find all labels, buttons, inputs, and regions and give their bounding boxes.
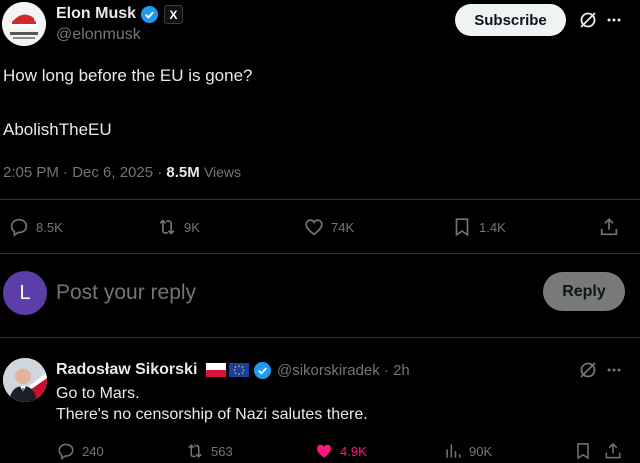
reply-action[interactable]: 8.5K [8,216,63,238]
bookmark-count: 1.4K [479,219,506,235]
reply-text-line-2: There's no censorship of Nazi salutes th… [56,406,368,423]
user-avatar[interactable]: L [3,271,47,315]
x-badge-label: X [169,7,178,22]
tweet-text-line-1: How long before the EU is gone? [3,66,253,85]
bookmark-action[interactable]: 1.4K [451,216,506,238]
reply-author-name[interactable]: Radosław Sikorski [56,361,197,379]
reply-count: 8.5K [36,219,63,235]
views-action[interactable]: 90K [443,441,492,461]
divider [0,337,640,338]
author-handle[interactable]: @elonmusk [56,26,141,44]
sikorski-avatar[interactable] [3,358,47,402]
reply-text-line-1: Go to Mars. [56,385,140,402]
repost-count: 9K [184,219,200,235]
reply-icon [10,218,28,237]
bookmark-action[interactable] [573,441,593,461]
repost-icon [159,219,175,235]
share-icon [600,218,618,236]
more-options-icon[interactable] [606,12,622,33]
share-action[interactable] [603,441,623,461]
eu-flag-icon [229,363,249,382]
reply-button[interactable]: Reply [543,272,625,311]
like-count: 74K [331,219,355,235]
like-action[interactable]: 74K [303,216,354,238]
tweet-timestamp[interactable]: 2:05 PM · Dec 6, 2025 · [3,164,166,181]
repost-count: 563 [211,443,233,459]
like-action[interactable]: 4.9K [314,441,367,461]
bookmark-icon [455,218,469,237]
tweet-meta: 2:05 PM · Dec 6, 2025 · 8.5M Views [3,164,241,181]
share-icon [605,442,621,459]
verified-badge-icon [140,5,159,29]
divider [0,199,640,200]
repost-action[interactable]: 9K [156,216,200,238]
like-count: 4.9K [340,443,367,459]
views-label: Views [203,164,242,180]
views-count: 90K [469,443,493,459]
views-count: 8.5M [166,164,200,181]
bookmark-icon [577,443,589,460]
elon-avatar[interactable] [2,2,46,46]
x-affiliation-badge-icon: X [164,5,183,24]
repost-action[interactable]: 563 [185,441,233,461]
subscribe-button[interactable]: Subscribe [455,4,566,36]
poland-flag-icon [206,363,226,382]
author-name[interactable]: Elon Musk [56,5,136,23]
grok-icon[interactable] [578,360,598,385]
analytics-icon [446,444,461,458]
reply-icon [58,443,74,460]
reply-action[interactable]: 240 [56,441,104,461]
divider [0,253,640,254]
share-action[interactable] [598,216,620,238]
reply-count: 240 [82,443,104,459]
heart-icon [305,219,323,236]
reply-author-handle[interactable]: @sikorskiradek · 2h [277,362,410,379]
heart-filled-icon [316,444,332,458]
grok-icon[interactable] [578,10,598,35]
reply-input[interactable] [56,279,526,307]
tweet-text-line-2: AbolishTheEU [3,120,112,139]
more-options-icon[interactable] [606,362,622,383]
verified-badge-icon [253,361,272,385]
repost-icon [188,444,202,458]
user-avatar-letter: L [19,281,31,304]
